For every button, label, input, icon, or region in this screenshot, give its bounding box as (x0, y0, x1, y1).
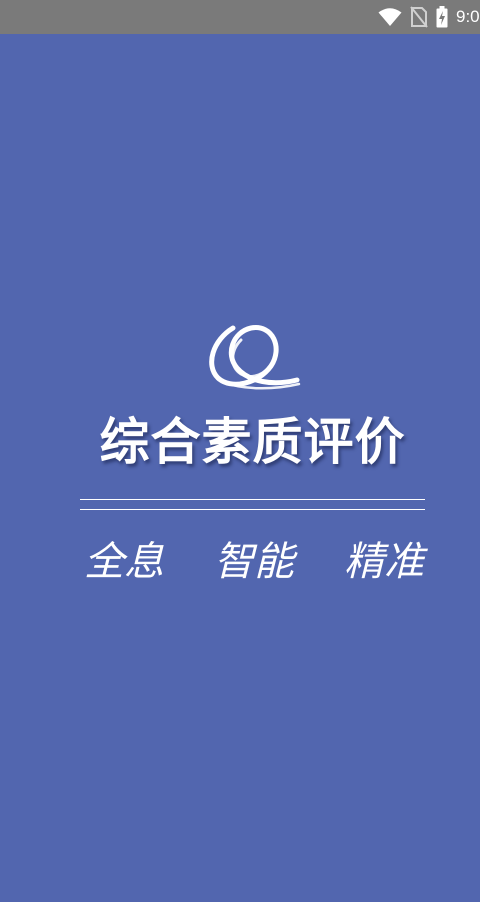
divider-line-bottom (80, 509, 425, 510)
battery-charging-icon (436, 6, 448, 28)
splash-screen: 9:0 综合素质评价 全息 智能 精准 (0, 0, 480, 902)
app-title: 综合素质评价 (99, 413, 406, 471)
no-sim-icon (410, 6, 428, 28)
status-icons: 9:0 (378, 0, 480, 34)
status-bar: 9:0 (0, 0, 480, 34)
slogan-word: 精准 (344, 539, 424, 585)
slogan-word: 智能 (214, 539, 294, 585)
q-swirl-logo (203, 320, 301, 392)
wifi-icon (378, 7, 402, 27)
slogan-word: 全息 (84, 539, 164, 585)
divider-line-top (80, 499, 425, 500)
status-time: 9:0 (456, 7, 480, 26)
slogan: 全息 智能 精准 (84, 534, 424, 590)
